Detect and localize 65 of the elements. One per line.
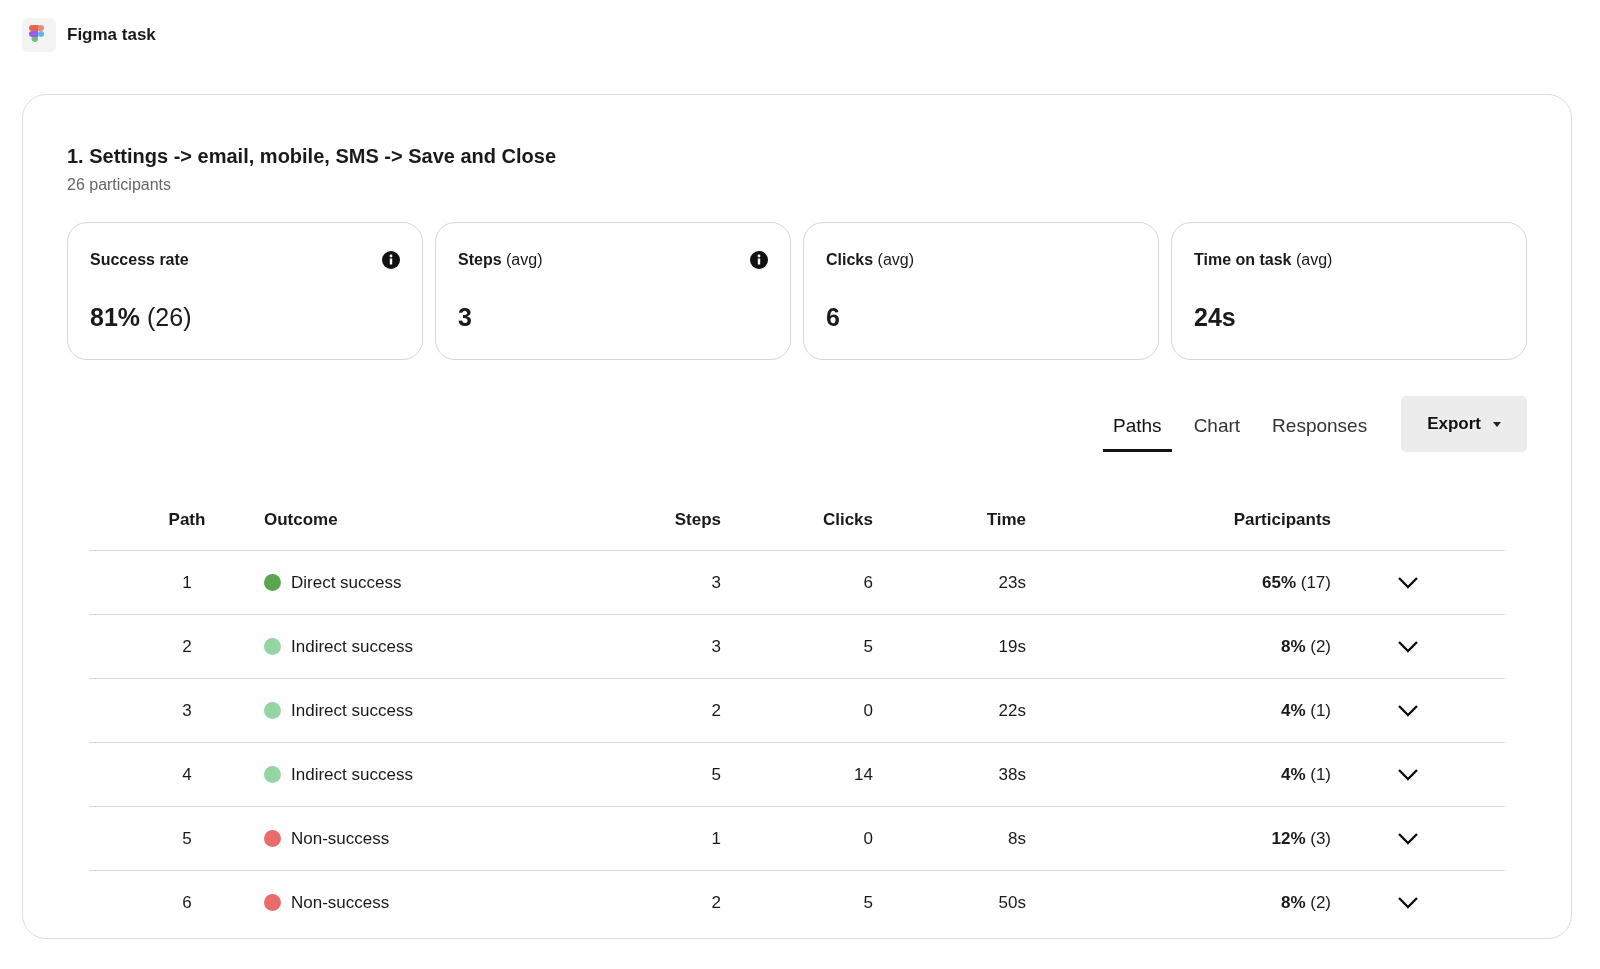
table-cell-text: 65% (17) (1261, 572, 1331, 593)
column-header: Clicks (821, 510, 873, 530)
table-cell-text: 4 (181, 764, 193, 785)
table-cell-text: 4% (1) (1279, 764, 1331, 785)
table-cell-text: 8% (2) (1279, 636, 1331, 657)
caret-icon (1493, 421, 1501, 427)
table-cell-text: 0 (862, 700, 873, 721)
column-header: Steps (673, 510, 721, 530)
chevron-down-icon[interactable] (1397, 640, 1419, 653)
table-cell-text: 5 (710, 764, 721, 785)
page-title: Figma task (67, 25, 156, 45)
tab[interactable]: Chart (1183, 415, 1251, 452)
metric-value: 24s (1194, 303, 1237, 332)
table-cell-text: 0 (862, 828, 873, 849)
table-cell: Non-success (291, 828, 390, 849)
table-cell-text: 3 (181, 700, 193, 721)
tab[interactable]: Paths (1103, 415, 1172, 452)
table-cell-text: 5 (862, 636, 873, 657)
metric-label: Clicks (avg) (826, 251, 915, 269)
chevron-down-icon[interactable] (1397, 768, 1419, 781)
table-cell-text: 3 (710, 636, 721, 657)
table-cell-text: 8% (2) (1279, 892, 1331, 913)
export-button[interactable]: Export (1401, 396, 1527, 452)
chevron-down-icon[interactable] (1397, 576, 1419, 589)
metric-label: Time on task (avg) (1194, 251, 1333, 269)
table-cell-text: 19s (997, 636, 1026, 657)
table-cell-text: 5 (862, 892, 873, 913)
metric-value: 81% (26) (90, 303, 193, 332)
column-header: Outcome (264, 510, 339, 530)
column-header: Path (167, 510, 207, 530)
app-logo-icon (22, 18, 56, 52)
participants-count: 26 participants (67, 176, 173, 194)
table-cell: Indirect success (291, 636, 413, 657)
table-cell-text: 12% (3) (1270, 828, 1331, 849)
table-cell-text: 6 (181, 892, 193, 913)
table-cell-text: 23s (997, 572, 1026, 593)
metric-value: 6 (826, 303, 841, 332)
column-header: Time (985, 510, 1026, 530)
table-cell-text: 6 (862, 572, 873, 593)
table-cell: Indirect success (291, 700, 413, 721)
table-cell-text: 4% (1) (1279, 700, 1331, 721)
table-cell-text: 50s (997, 892, 1026, 913)
table-cell-text: 2 (710, 892, 721, 913)
table-cell-text: 22s (997, 700, 1026, 721)
table-cell-text: 8s (1007, 828, 1026, 849)
metric-label: Steps (avg) (458, 251, 543, 269)
table-cell: Non-success (291, 892, 390, 913)
table-cell-text: 3 (710, 572, 721, 593)
table-cell-text: 14 (853, 764, 873, 785)
chevron-down-icon[interactable] (1397, 832, 1419, 845)
chevron-down-icon[interactable] (1397, 704, 1419, 717)
table-cell-text: 2 (181, 636, 193, 657)
table-cell-text: 2 (710, 700, 721, 721)
chevron-down-icon[interactable] (1397, 896, 1419, 909)
metric-value: 3 (458, 303, 473, 332)
table-cell-text: 38s (997, 764, 1026, 785)
table-cell-text: 1 (710, 828, 721, 849)
metric-label: Success rate (90, 251, 189, 269)
table-cell: Direct success (291, 572, 402, 593)
table-cell: Indirect success (291, 764, 413, 785)
task-title: 1. Settings -> email, mobile, SMS -> Save and Close (67, 145, 558, 168)
column-header: Participants (1232, 510, 1331, 530)
table-cell-text: 1 (181, 572, 193, 593)
table-cell-text: 5 (181, 828, 193, 849)
tab[interactable]: Responses (1262, 415, 1378, 452)
